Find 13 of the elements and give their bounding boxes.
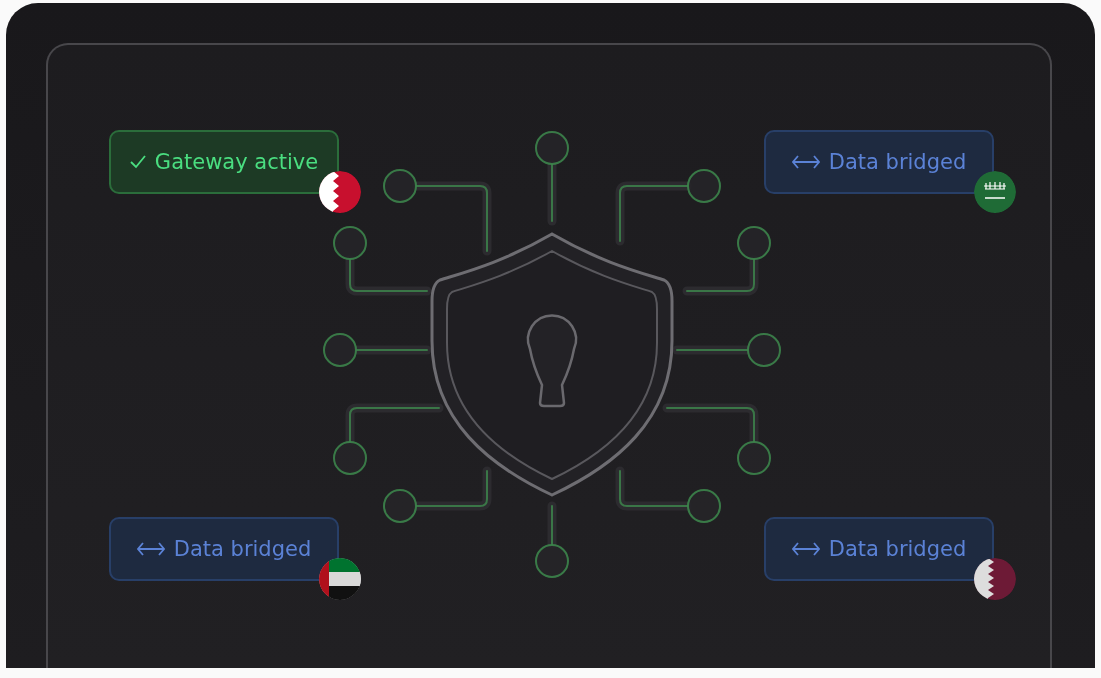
badge-label: Data bridged [828, 150, 967, 174]
flag-icon [974, 558, 1016, 600]
double-arrow-icon [791, 542, 820, 556]
double-arrow-icon [791, 155, 820, 169]
shield-icon [430, 232, 673, 497]
double-arrow-icon [136, 542, 165, 556]
flag-icon [319, 171, 361, 213]
check-icon [129, 155, 146, 169]
flag-icon [974, 171, 1016, 213]
badge-label: Data bridged [828, 537, 967, 561]
badge-label: Gateway active [154, 150, 319, 174]
badge-label: Data bridged [173, 537, 312, 561]
flag-icon [319, 558, 361, 600]
